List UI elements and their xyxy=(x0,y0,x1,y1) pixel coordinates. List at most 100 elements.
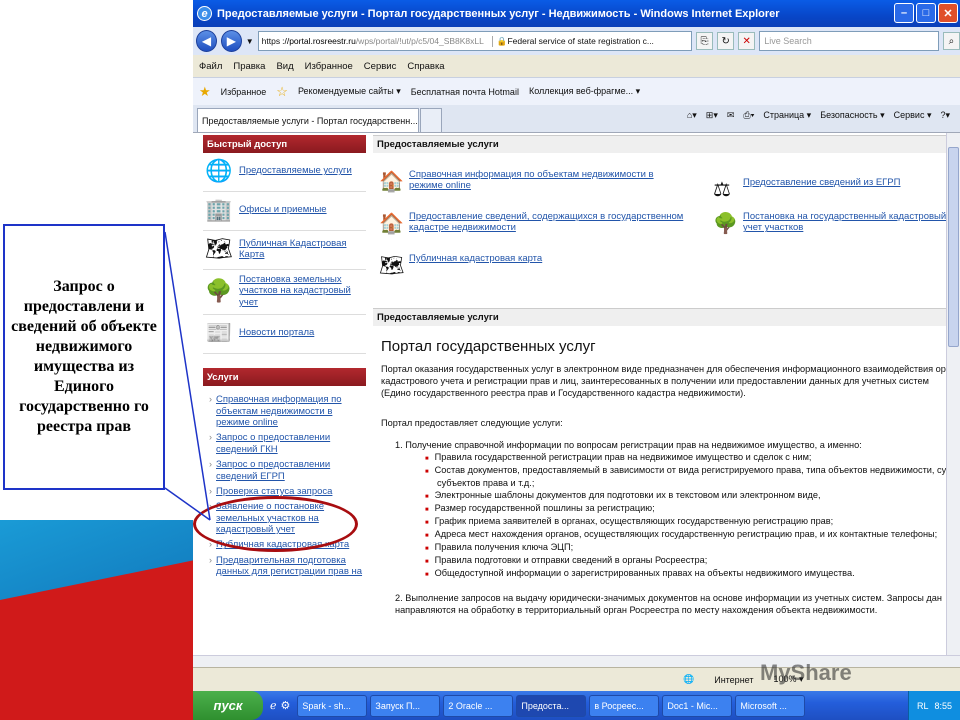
back-button[interactable]: ◀ xyxy=(196,30,217,52)
map-icon: 🗺 xyxy=(379,255,405,277)
portal-description: Портал оказания государственных услуг в … xyxy=(373,355,946,616)
address-bar[interactable]: https ://portal.rosreestr.ru /wps/portal… xyxy=(257,31,692,51)
service-egrp-link[interactable]: Предоставление сведений из ЕГРП xyxy=(743,177,900,188)
task-button[interactable]: Microsoft ... xyxy=(735,694,806,717)
building-icon: 🏢 xyxy=(205,197,233,222)
task-button[interactable]: 2 Oracle ... xyxy=(443,694,514,717)
taskbar: пуск ℯ ⚙ Spark - sh... Запуск П... 2 Orac… xyxy=(193,691,960,720)
house-icon: 🏠 xyxy=(379,171,404,193)
history-dropdown-icon[interactable]: ▼ xyxy=(246,37,254,46)
quick-access-header: Быстрый доступ xyxy=(203,135,366,153)
fav-item-hotmail[interactable]: Бесплатная почта Hotmail xyxy=(411,87,519,97)
scroll-thumb[interactable] xyxy=(948,147,959,347)
menu-edit[interactable]: Правка xyxy=(233,61,265,72)
quick-launch: ℯ ⚙ xyxy=(266,699,294,712)
services-grid: 🏠 Справочная информация по объектам недви… xyxy=(373,153,946,308)
bullet-item: Электронные шаблоны документов для подго… xyxy=(435,489,946,502)
fav-item-recommended[interactable]: Рекомендуемые сайты ▾ xyxy=(298,86,401,97)
bullet-item: Состав документов, предоставляемый в зав… xyxy=(435,464,946,489)
favorites-bar: ★ Избранное ☆ Рекомендуемые сайты ▾ Бесп… xyxy=(193,77,960,105)
status-zone: Интернет xyxy=(714,674,754,685)
menu-view[interactable]: Вид xyxy=(276,61,293,72)
task-button[interactable]: Запуск П... xyxy=(370,694,441,717)
quick-item[interactable]: 🏢 Офисы и приемные xyxy=(203,192,366,231)
services-section-header: Предоставляемые услуги xyxy=(373,135,946,153)
forward-button[interactable]: ▶ xyxy=(220,30,242,52)
clock: 8:55 xyxy=(934,700,952,711)
cmd-tools[interactable]: Сервис ▾ xyxy=(894,110,932,121)
add-favorite-icon[interactable]: ☆ xyxy=(276,84,288,100)
task-button[interactable]: Spark - sh... xyxy=(297,694,368,717)
bullet-list: Правила государственной регистрации прав… xyxy=(381,451,946,579)
cmd-page[interactable]: Страница ▾ xyxy=(763,110,811,121)
bullet-item: Адреса мест нахождения органов, осуществ… xyxy=(435,528,946,541)
service-link[interactable]: Запрос о предоставлении сведений ГКН xyxy=(216,432,366,455)
certificate-label[interactable]: Federal service of state registration c.… xyxy=(507,36,653,46)
search-icon[interactable]: ⌕ xyxy=(942,32,960,50)
quick-item[interactable]: 🌐 Предоставляемые услуги xyxy=(203,153,366,192)
favorites-star-icon[interactable]: ★ xyxy=(199,84,211,100)
service-map-link[interactable]: Публичная кадастровая карта xyxy=(409,253,542,264)
home-icon[interactable]: ⌂▾ xyxy=(687,110,697,121)
news-icon: 📰 xyxy=(205,320,233,346)
house-icon: 🏠 xyxy=(379,213,404,235)
service-info-link[interactable]: Справочная информация по объектам недвиж… xyxy=(409,169,689,192)
services-section-header-2: Предоставляемые услуги xyxy=(373,308,946,326)
tab-label: Предоставляемые услуги - Портал государс… xyxy=(202,115,418,126)
quick-item[interactable]: 📰 Новости портала xyxy=(203,315,366,355)
language-indicator[interactable]: RL xyxy=(917,701,929,711)
quick-link-map[interactable]: Публичная Кадастровая Карта xyxy=(239,238,366,261)
task-button[interactable]: в Росреес... xyxy=(589,694,660,717)
close-button[interactable]: ✕ xyxy=(938,3,958,23)
bullet-item: Размер государственной пошлины за регист… xyxy=(435,502,946,515)
menu-file[interactable]: Файл xyxy=(199,61,222,72)
cmd-security[interactable]: Безопасность ▾ xyxy=(820,110,884,121)
print-icon[interactable]: ⎙▾ xyxy=(743,110,754,121)
service-link-egrp[interactable]: Запрос о предоставлении сведений ЕГРП xyxy=(216,459,366,482)
tab-active[interactable]: Предоставляемые услуги - Портал государс… xyxy=(197,108,419,132)
compat-icon[interactable]: ⎘ xyxy=(696,32,714,50)
list-item-1: 1. Получение справочной информации по во… xyxy=(395,440,862,451)
task-button[interactable]: Doc1 - Mic... xyxy=(662,694,733,717)
system-tray: RL 8:55 xyxy=(907,691,960,720)
refresh-icon[interactable]: ↻ xyxy=(717,32,735,50)
vertical-scrollbar[interactable] xyxy=(946,133,960,655)
quick-link-services[interactable]: Предоставляемые услуги xyxy=(239,165,352,176)
quick-item[interactable]: 🗺 Публичная Кадастровая Карта xyxy=(203,231,366,270)
menu-favorites[interactable]: Избранное xyxy=(305,61,353,72)
feeds-icon[interactable]: ⊞▾ xyxy=(706,110,718,121)
quick-link-offices[interactable]: Офисы и приемные xyxy=(239,204,327,215)
minimize-button[interactable]: – xyxy=(894,3,914,23)
stop-icon[interactable]: ✕ xyxy=(738,32,756,50)
quick-item[interactable]: 🌳 Постановка земельных участков на кадаст… xyxy=(203,270,366,316)
menu-bar: Файл Правка Вид Избранное Сервис Справка xyxy=(193,55,960,77)
task-button-active[interactable]: Предоста... xyxy=(516,694,587,717)
bullet-item: Правила государственной регистрации прав… xyxy=(435,451,946,464)
menu-help[interactable]: Справка xyxy=(407,61,444,72)
maximize-button[interactable]: □ xyxy=(916,3,936,23)
search-input[interactable]: Live Search xyxy=(759,31,939,51)
new-tab-button[interactable] xyxy=(420,108,442,132)
address-host: ://portal.rosreestr.ru xyxy=(282,36,356,46)
help-icon[interactable]: ?▾ xyxy=(940,110,950,121)
ie-quick-icon[interactable]: ℯ xyxy=(270,699,277,712)
bullet-item: Правила подготовки и отправки сведений в… xyxy=(435,554,946,567)
paragraph-1: Портал оказания государственных услуг в … xyxy=(381,364,946,399)
highlight-oval xyxy=(193,496,358,552)
bullet-item: Общедоступной информации о зарегистриров… xyxy=(435,567,946,580)
start-button[interactable]: пуск xyxy=(193,691,263,720)
certificate-icon[interactable]: 🔒 xyxy=(491,35,507,47)
quick-link-news[interactable]: Новости портала xyxy=(239,327,314,338)
fav-item-webslices[interactable]: Коллекция веб-фрагме... ▾ xyxy=(529,86,640,97)
service-gkn-link[interactable]: Предоставление сведений, содержащихся в … xyxy=(409,211,689,234)
address-path: /wps/portal/!ut/p/c5/04_SB8K8xLL xyxy=(355,36,484,46)
service-link[interactable]: Справочная информация по объектам недвиж… xyxy=(216,394,366,428)
favorites-button[interactable]: Избранное xyxy=(221,87,267,97)
address-row: ◀ ▶ ▼ https ://portal.rosreestr.ru /wps/… xyxy=(193,27,960,55)
mail-icon[interactable]: ✉ xyxy=(727,110,735,121)
service-link[interactable]: Предварительная подготовка данных для ре… xyxy=(216,555,366,578)
menu-tools[interactable]: Сервис xyxy=(364,61,397,72)
service-cadastre-link[interactable]: Постановка на государственный кадастровы… xyxy=(743,211,946,234)
app-quick-icon[interactable]: ⚙ xyxy=(281,699,291,712)
quick-link-land[interactable]: Постановка земельных участков на кадастр… xyxy=(239,274,366,308)
